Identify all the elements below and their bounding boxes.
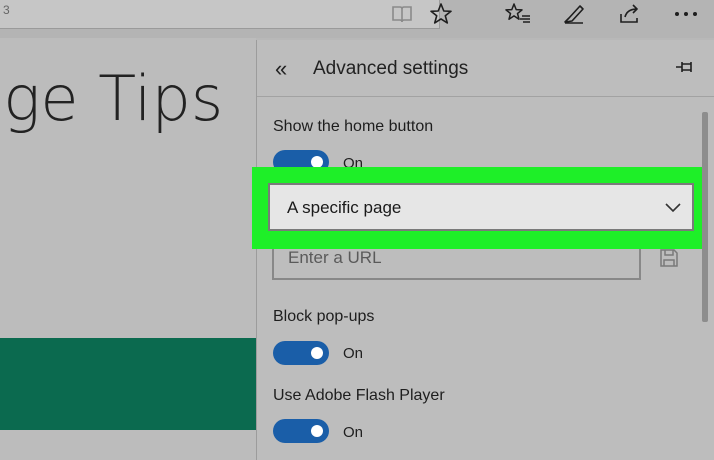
- block-popups-toggle[interactable]: [273, 341, 329, 365]
- chevron-down-icon: [664, 201, 682, 219]
- share-icon[interactable]: [612, 0, 648, 28]
- pin-icon[interactable]: [675, 58, 697, 81]
- show-home-label: Show the home button: [273, 118, 434, 135]
- panel-scrollbar[interactable]: [702, 112, 708, 322]
- web-note-icon[interactable]: [556, 0, 592, 28]
- address-bar[interactable]: 3: [0, 0, 440, 29]
- favorites-list-icon[interactable]: [500, 0, 536, 28]
- save-icon[interactable]: [659, 248, 679, 273]
- flash-label: Use Adobe Flash Player: [273, 387, 445, 404]
- home-page-dropdown[interactable]: A specific page: [268, 183, 694, 231]
- browser-toolbar: 3: [0, 0, 714, 38]
- reading-view-icon[interactable]: [384, 0, 420, 28]
- green-banner: [0, 338, 256, 430]
- block-popups-state: On: [343, 345, 364, 362]
- back-chevron-icon[interactable]: «: [275, 56, 287, 82]
- panel-title: Advanced settings: [313, 58, 469, 79]
- block-popups-label: Block pop-ups: [273, 308, 375, 325]
- page-heading: lge Tips: [0, 62, 224, 135]
- web-page-content: lge Tips: [0, 38, 256, 460]
- dropdown-value: A specific page: [287, 198, 402, 217]
- favorite-star-icon[interactable]: [423, 0, 459, 28]
- flash-toggle[interactable]: [273, 419, 329, 443]
- flash-state: On: [343, 424, 364, 441]
- address-text: 3: [3, 3, 10, 17]
- panel-header: « Advanced settings: [257, 40, 714, 97]
- more-icon[interactable]: [668, 0, 704, 28]
